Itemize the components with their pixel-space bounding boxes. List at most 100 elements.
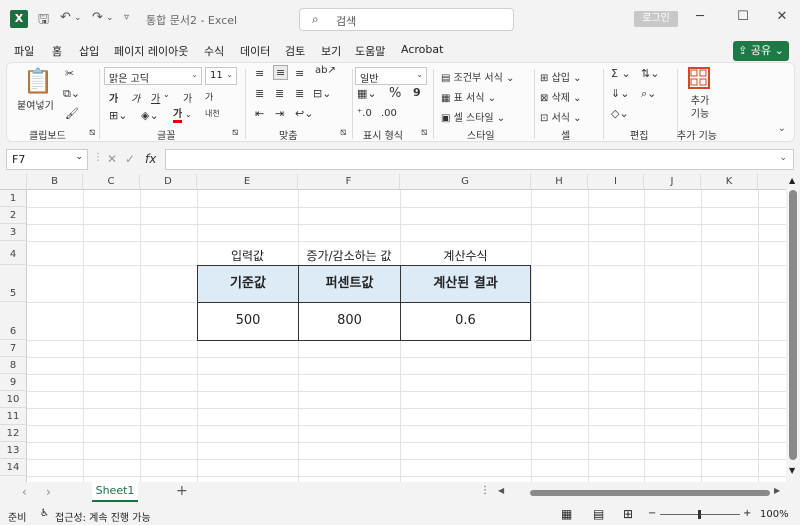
sort-filter-icon[interactable]: ⇅⌄: [641, 67, 659, 80]
alignment-launcher-icon[interactable]: ⧅: [340, 127, 346, 138]
tab-help[interactable]: 도움말: [355, 43, 385, 59]
select-all-corner[interactable]: [0, 174, 27, 190]
clear-icon[interactable]: ◇⌄: [611, 107, 629, 120]
tab-insert[interactable]: 삽입: [79, 43, 99, 59]
cell-f4[interactable]: 증가/감소하는 값: [298, 247, 400, 264]
cell-e5[interactable]: 기준값: [197, 265, 299, 303]
share-button[interactable]: ⇪ 공유 ⌄: [733, 41, 789, 61]
save-icon[interactable]: 🖫: [38, 10, 49, 32]
add-sheet-button[interactable]: +: [176, 483, 188, 499]
page-layout-view-icon[interactable]: ▤: [593, 507, 604, 521]
collapse-ribbon-icon[interactable]: ⌄: [778, 123, 786, 134]
tab-acrobat[interactable]: Acrobat: [401, 43, 443, 56]
fill-color-icon[interactable]: ◈⌄: [141, 109, 159, 122]
row-header-9[interactable]: 9: [0, 374, 27, 391]
normal-view-icon[interactable]: ▦: [561, 507, 572, 521]
customize-toolbar-icon[interactable]: ▿: [124, 12, 129, 23]
paste-button[interactable]: 붙여넣기: [17, 97, 54, 112]
delete-cells-button[interactable]: ⊠ 삭제 ⌄: [540, 89, 582, 104]
tab-view[interactable]: 보기: [321, 43, 341, 59]
column-header-c[interactable]: C: [83, 174, 140, 190]
close-icon[interactable]: ✕: [772, 9, 792, 24]
font-name-select[interactable]: 맑은 고딕 ⌄: [104, 67, 202, 85]
search-box[interactable]: ⌕ 검색: [299, 8, 514, 31]
insert-cells-button[interactable]: ⊞ 삽입 ⌄: [540, 69, 582, 84]
underline-dropdown-icon[interactable]: ⌄: [163, 90, 170, 99]
font-color-dropdown-icon[interactable]: ⌄: [185, 110, 192, 119]
add-ins-icon[interactable]: [688, 67, 710, 89]
scroll-right-icon[interactable]: ▶: [774, 486, 780, 495]
increase-indent-icon[interactable]: ⇥: [275, 107, 284, 120]
shrink-font-button[interactable]: 가: [205, 90, 213, 103]
insert-function-icon[interactable]: fx: [145, 152, 156, 166]
cell-f6[interactable]: 800: [298, 302, 401, 341]
row-header-12[interactable]: 12: [0, 425, 27, 442]
row-header-8[interactable]: 8: [0, 357, 27, 374]
cell-e6[interactable]: 500: [197, 302, 299, 341]
tab-review[interactable]: 검토: [285, 43, 305, 59]
increase-decimal-icon[interactable]: ⁺.0: [357, 108, 372, 119]
undo-dropdown-icon[interactable]: ⌄: [74, 13, 82, 23]
sheet-tab-sheet1[interactable]: Sheet1: [92, 482, 138, 502]
clipboard-launcher-icon[interactable]: ⧅: [89, 127, 95, 138]
row-header-4[interactable]: 4: [0, 241, 27, 265]
row-header-14[interactable]: 14: [0, 459, 27, 476]
cancel-icon[interactable]: ✕: [107, 152, 117, 166]
prev-sheet-icon[interactable]: ‹: [22, 485, 27, 499]
tab-data[interactable]: 데이터: [240, 43, 270, 59]
format-as-table-button[interactable]: ▦ 표 서식 ⌄: [441, 89, 496, 104]
cell-g5[interactable]: 계산된 결과: [400, 265, 531, 303]
column-header-j[interactable]: J: [644, 174, 701, 190]
cell-e4[interactable]: 입력값: [197, 247, 298, 264]
accessibility-status[interactable]: 접근성: 계속 진행 가능: [55, 509, 151, 524]
align-bottom-icon[interactable]: ≡: [295, 67, 304, 80]
merge-center-icon[interactable]: ⊟⌄: [313, 87, 331, 100]
row-header-13[interactable]: 13: [0, 442, 27, 459]
redo-dropdown-icon[interactable]: ⌄: [106, 13, 114, 23]
enter-icon[interactable]: ✓: [125, 152, 135, 166]
column-header-e[interactable]: E: [197, 174, 298, 190]
vertical-scrollbar[interactable]: ▲ ▼: [786, 174, 800, 482]
formula-input[interactable]: ⌄: [165, 149, 794, 170]
tab-split-icon[interactable]: ⋮: [480, 485, 490, 496]
column-header-i[interactable]: I: [588, 174, 644, 190]
tab-page-layout[interactable]: 페이지 레이아웃: [114, 43, 188, 59]
cell-g4[interactable]: 계산수식: [400, 247, 531, 264]
row-header-2[interactable]: 2: [0, 207, 27, 224]
row-header-1[interactable]: 1: [0, 190, 27, 207]
find-select-icon[interactable]: ⌕⌄: [641, 87, 656, 101]
font-color-button[interactable]: 가: [173, 109, 183, 123]
row-header-11[interactable]: 11: [0, 408, 27, 425]
minimize-icon[interactable]: ─: [690, 9, 710, 24]
column-header-d[interactable]: D: [140, 174, 197, 190]
conditional-format-button[interactable]: ▤ 조건부 서식 ⌄: [441, 69, 514, 84]
number-launcher-icon[interactable]: ⧅: [421, 127, 427, 138]
zoom-out-button[interactable]: −: [648, 508, 656, 519]
accounting-format-icon[interactable]: ▦⌄: [357, 87, 377, 100]
cut-icon[interactable]: ✂: [65, 67, 74, 80]
decrease-indent-icon[interactable]: ⇤: [255, 107, 264, 120]
scroll-up-icon[interactable]: ▲: [789, 176, 795, 185]
name-box[interactable]: F7 ⌄: [6, 149, 88, 170]
comma-style-button[interactable]: 9: [413, 86, 421, 99]
copy-icon[interactable]: ⧉⌄: [63, 87, 80, 101]
underline-button[interactable]: 가: [151, 90, 160, 105]
undo-icon[interactable]: ↶: [60, 10, 71, 25]
font-size-select[interactable]: 11 ⌄: [205, 67, 237, 85]
row-header-6[interactable]: 6: [0, 302, 27, 340]
autosum-button[interactable]: Σ ⌄: [611, 67, 631, 80]
bold-button[interactable]: 가: [109, 90, 118, 105]
login-button[interactable]: 로그인: [634, 11, 678, 27]
column-header-h[interactable]: H: [531, 174, 588, 190]
cell-styles-button[interactable]: ▣ 셀 스타일 ⌄: [441, 109, 505, 124]
column-header-k[interactable]: K: [701, 174, 758, 190]
align-right-icon[interactable]: ≣: [295, 87, 304, 100]
column-header-f[interactable]: F: [298, 174, 400, 190]
zoom-slider-thumb[interactable]: [698, 510, 701, 519]
align-top-icon[interactable]: ≡: [255, 67, 264, 80]
align-middle-icon[interactable]: ≡: [273, 65, 289, 80]
scroll-down-icon[interactable]: ▼: [789, 466, 795, 475]
decrease-decimal-icon[interactable]: .00: [381, 108, 397, 119]
orientation-icon[interactable]: ab↗: [315, 65, 336, 76]
vertical-scroll-thumb[interactable]: [789, 190, 797, 460]
